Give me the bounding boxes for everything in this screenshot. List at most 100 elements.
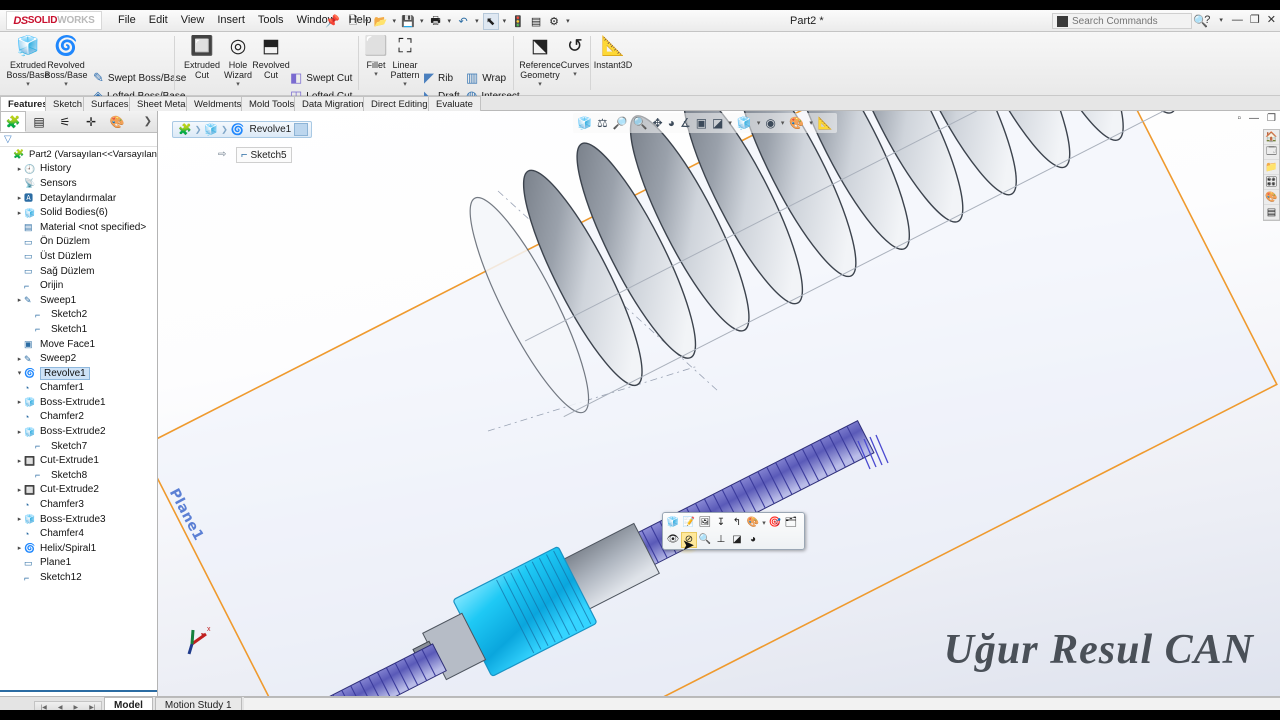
tree-item[interactable]: ▸ 🧊 Boss-Extrude2 bbox=[0, 424, 157, 439]
appearance-caret-icon[interactable]: ▾ bbox=[781, 119, 785, 127]
tree-expand-arrow-icon[interactable]: ▸ bbox=[15, 486, 24, 494]
tree-item[interactable]: ▸ 🌀 Helix/Spiral1 bbox=[0, 541, 157, 556]
help-caret-icon[interactable]: ▾ bbox=[1217, 16, 1225, 24]
curves-button[interactable]: ↺ Curves ▾ bbox=[558, 34, 592, 80]
revolve-icon[interactable]: 🌀 bbox=[231, 123, 245, 136]
swept-boss-base-button[interactable]: ✎ Swept Boss/Base bbox=[93, 70, 186, 86]
view-settings-icon[interactable]: 📐 bbox=[818, 116, 833, 130]
settings-caret-icon[interactable]: ▾ bbox=[564, 17, 572, 25]
tree-item[interactable]: ▭ Ön Düzlem bbox=[0, 235, 157, 250]
print-icon[interactable]: 🖶 bbox=[428, 13, 444, 30]
breadcrumb-feature-label[interactable]: Revolve1 bbox=[250, 124, 292, 135]
open-folder-icon[interactable]: 📂 bbox=[373, 13, 389, 30]
tree-item[interactable]: ▸ 🧊 Boss-Extrude3 bbox=[0, 512, 157, 527]
feature-tree[interactable]: 🧩Part2 (Varsayılan<<Varsayılan>_Görünt▸🕘… bbox=[0, 147, 157, 687]
scene-caret-icon[interactable]: ▾ bbox=[809, 119, 813, 127]
minimize-icon[interactable]: — bbox=[1249, 113, 1259, 124]
linear-pattern-caret-icon[interactable]: ▾ bbox=[388, 80, 422, 90]
settings-gear-icon[interactable]: ⚙ bbox=[546, 13, 562, 30]
tree-item[interactable]: ▸ 🅰 Detaylandırmalar bbox=[0, 191, 157, 206]
hide-show-icon[interactable]: 🧊 bbox=[737, 116, 752, 130]
part-icon[interactable]: 🧩 bbox=[178, 123, 192, 136]
appearances-icon[interactable]: 🎛 bbox=[1264, 175, 1279, 190]
next-icon[interactable]: ▶ bbox=[74, 704, 79, 711]
edit-feature-icon[interactable]: 🧊 bbox=[665, 515, 681, 531]
tree-item[interactable]: ▤ Material <not specified> bbox=[0, 220, 157, 235]
tab-nav-arrows[interactable]: |◀ ◀ ▶ ▶| bbox=[34, 701, 102, 710]
menu-edit[interactable]: Edit bbox=[149, 14, 168, 26]
decals-icon[interactable]: ▤ bbox=[1264, 205, 1279, 220]
tree-expand-arrow-icon[interactable]: ▸ bbox=[15, 209, 24, 217]
chevron-right-icon[interactable]: ❯ bbox=[144, 116, 152, 127]
tree-expand-arrow-icon[interactable]: ▾ bbox=[15, 369, 24, 377]
tab-model[interactable]: Model bbox=[104, 697, 153, 710]
zoom-to-fit-icon[interactable]: 🧊 bbox=[577, 116, 592, 130]
print-caret-icon[interactable]: ▾ bbox=[446, 17, 454, 25]
hide-show-caret-icon[interactable]: ▾ bbox=[757, 119, 761, 127]
open-feature-icon[interactable]: 🗂 bbox=[783, 515, 799, 531]
property-manager-icon[interactable]: ▤ bbox=[26, 111, 52, 132]
edit-sketch-icon[interactable]: 📝 bbox=[681, 515, 697, 531]
tab-evaluate[interactable]: Evaluate bbox=[428, 96, 481, 111]
zoom-to-area-icon[interactable]: ⚖ bbox=[597, 116, 608, 130]
tree-item[interactable]: 📡 Sensors bbox=[0, 176, 157, 191]
appearance-icon[interactable]: 🎨 bbox=[745, 515, 761, 531]
tree-expand-arrow-icon[interactable]: ▸ bbox=[15, 355, 24, 363]
linear-pattern-button[interactable]: ⛶ Linear Pattern ▾ bbox=[388, 34, 422, 90]
previous-view-icon[interactable]: 🔍 bbox=[633, 116, 648, 130]
close-button[interactable]: ✕ bbox=[1267, 13, 1276, 26]
solidworks-logo[interactable]: DS SOLID WORKS bbox=[6, 11, 102, 30]
open-caret-icon[interactable]: ▾ bbox=[391, 17, 399, 25]
tree-filter-row[interactable]: ▽ bbox=[0, 133, 157, 147]
save-caret-icon[interactable]: ▾ bbox=[418, 17, 426, 25]
pan-icon[interactable]: ✥ bbox=[653, 116, 663, 130]
undo-icon[interactable]: ↶ bbox=[455, 13, 471, 30]
tree-item[interactable]: ▸ ✎ Sweep1 bbox=[0, 293, 157, 308]
dimension-icon[interactable]: ↧ bbox=[713, 515, 729, 531]
search-commands-box[interactable] bbox=[1052, 13, 1192, 29]
tab-data-migration[interactable]: Data Migration bbox=[294, 96, 372, 111]
tree-expand-arrow-icon[interactable]: ▸ bbox=[15, 515, 24, 523]
options-table-icon[interactable]: ▤ bbox=[528, 13, 544, 30]
breadcrumb-sketch-label[interactable]: Sketch5 bbox=[250, 150, 286, 161]
undo-caret-icon[interactable]: ▾ bbox=[473, 17, 481, 25]
help-button[interactable]: ? bbox=[1204, 14, 1210, 26]
rib-button[interactable]: ◤ Rib bbox=[424, 70, 453, 86]
select-caret-icon[interactable]: ▾ bbox=[501, 17, 509, 25]
tree-item[interactable]: ⌐ Sketch1 bbox=[0, 322, 157, 337]
tree-item[interactable]: ▸ 🕘 History bbox=[0, 162, 157, 177]
tree-item[interactable]: ▣ Move Face1 bbox=[0, 337, 157, 352]
tree-item[interactable]: ▭ Üst Düzlem bbox=[0, 249, 157, 264]
instant3d-button[interactable]: 📐 Instant3D bbox=[592, 34, 634, 70]
display-style-icon[interactable]: ◪ bbox=[712, 116, 723, 130]
fillet-caret-icon[interactable]: ▾ bbox=[361, 70, 391, 80]
tree-expand-arrow-icon[interactable]: ▸ bbox=[15, 194, 24, 202]
new-doc-icon[interactable]: 🗋 bbox=[345, 13, 361, 30]
tree-expand-arrow-icon[interactable]: ▸ bbox=[15, 428, 24, 436]
filter-funnel-icon[interactable]: ▽ bbox=[4, 134, 12, 145]
tab-motion-study[interactable]: Motion Study 1 bbox=[154, 697, 242, 710]
pin-icon[interactable]: 📌 bbox=[325, 14, 340, 28]
curves-caret-icon[interactable]: ▾ bbox=[558, 70, 592, 80]
isolate-icon[interactable]: ◪ bbox=[729, 532, 745, 548]
tree-item[interactable]: ▸ 🧊 Solid Bodies(6) bbox=[0, 205, 157, 220]
folder-icon[interactable]: 📁 bbox=[1264, 160, 1279, 175]
tree-item[interactable]: ◔ Chamfer4 bbox=[0, 526, 157, 541]
tree-item[interactable]: ▭ Sağ Düzlem bbox=[0, 264, 157, 279]
tree-expand-arrow-icon[interactable]: ▸ bbox=[15, 165, 24, 173]
graphics-area[interactable]: Plane1 🧊 ⚖ 🔎 🔍 ✥ ◕ ∡ ▣ ◪ ▾ 🧊 ▾ ◉ ▾ 🎨 ▾ 📐 ▫ — bbox=[158, 111, 1280, 696]
revolved-boss-caret-icon[interactable]: ▾ bbox=[42, 80, 90, 90]
tree-item[interactable]: ▸ 🔲 Cut-Extrude2 bbox=[0, 483, 157, 498]
save-icon[interactable]: 💾 bbox=[400, 13, 416, 30]
prev-icon[interactable]: ◀ bbox=[58, 704, 63, 711]
restore-icon[interactable]: ▫ bbox=[1237, 113, 1241, 124]
swept-cut-button[interactable]: ◧ Swept Cut bbox=[290, 70, 352, 86]
tree-expand-arrow-icon[interactable]: ▸ bbox=[15, 544, 24, 552]
fillet-button[interactable]: ⬜ Fillet ▾ bbox=[361, 34, 391, 80]
hide-icon[interactable]: 👁 bbox=[665, 532, 681, 548]
tree-item[interactable]: ⌐ Sketch12 bbox=[0, 570, 157, 585]
tree-expand-arrow-icon[interactable]: ▸ bbox=[15, 457, 24, 465]
menu-tools[interactable]: Tools bbox=[258, 14, 284, 26]
scenes-icon[interactable]: 🎨 bbox=[1264, 190, 1279, 205]
select-cursor-icon[interactable]: ⬉ bbox=[482, 12, 499, 30]
